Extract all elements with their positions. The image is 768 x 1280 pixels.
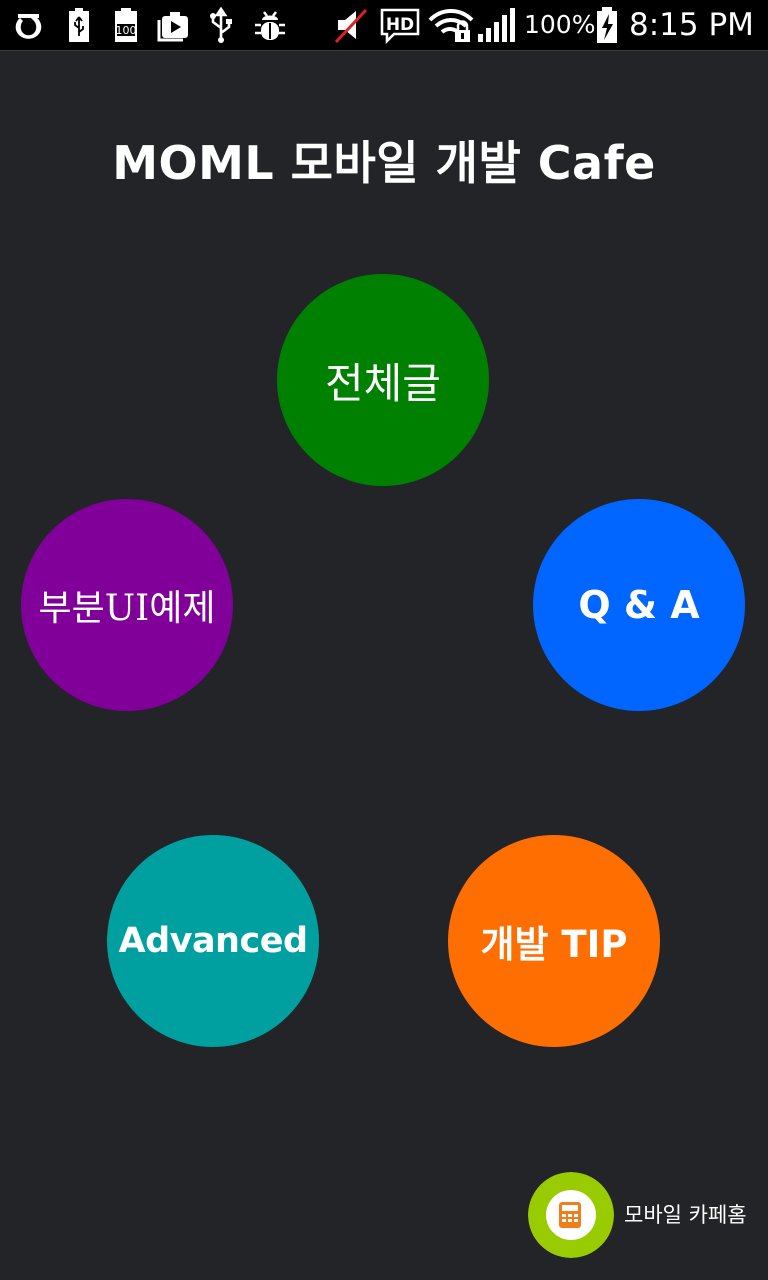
mute-icon [334, 8, 368, 44]
usb-battery-icon [69, 8, 89, 42]
battery-percent-text: 100% [524, 10, 596, 39]
status-bar: 100 HD 100% 8:15 PM [0, 0, 768, 51]
ui-examples-button[interactable]: 부분UI예제 [21, 499, 233, 711]
dev-tip-label: 개발 TIP [480, 923, 628, 966]
debug-bug-icon [255, 11, 285, 40]
dev-tip-button[interactable]: 개발 TIP [448, 835, 660, 1047]
page-title: MOML 모바일 개발 Cafe [112, 136, 656, 190]
advanced-label: Advanced [118, 921, 308, 961]
usb-icon [210, 6, 232, 43]
all-posts-label: 전체글 [325, 358, 441, 408]
wifi-locked-icon [428, 9, 474, 42]
cafe-home-label: 모바일 카페홈 [624, 1203, 747, 1227]
qa-button[interactable]: Q & A [533, 499, 745, 711]
battery-charging-icon [597, 7, 617, 43]
media-upload-icon [157, 12, 188, 42]
ui-examples-label: 부분UI예제 [38, 588, 216, 629]
cell-signal-icon [478, 8, 515, 42]
cafe-home-icon [528, 1172, 614, 1258]
carrier-logo-icon [15, 14, 42, 39]
hd-voice-icon: HD [380, 8, 420, 44]
qa-label: Q & A [578, 583, 700, 627]
cafe-home-link[interactable]: 모바일 카페홈 [528, 1172, 760, 1258]
clock-text: 8:15 PM [629, 7, 754, 43]
all-posts-button[interactable]: 전체글 [277, 274, 489, 486]
storage-100-icon: 100 [115, 8, 137, 42]
svg-text:HD: HD [386, 15, 414, 35]
svg-text:100: 100 [116, 24, 137, 37]
advanced-button[interactable]: Advanced [107, 835, 319, 1047]
